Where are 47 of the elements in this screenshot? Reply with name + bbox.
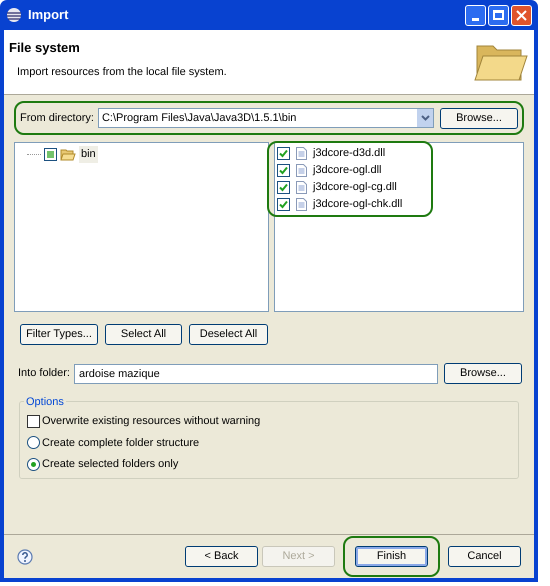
radio-button[interactable] — [27, 458, 40, 471]
browse-button[interactable]: Browse... — [440, 108, 518, 128]
checkbox[interactable] — [277, 147, 290, 160]
option-label: Create selected folders only — [42, 457, 178, 472]
close-button[interactable] — [511, 4, 532, 26]
maximize-button[interactable] — [488, 4, 509, 26]
field-label: From directory: — [20, 110, 94, 126]
dialog-button[interactable]: < Back — [185, 546, 258, 567]
checkbox[interactable] — [27, 414, 40, 428]
option-label: Create complete folder structure — [42, 436, 200, 450]
field-label: Into folder: — [18, 366, 70, 382]
dialog-button: Next > — [262, 546, 335, 567]
file-icon — [296, 147, 307, 160]
action-button[interactable]: Deselect All — [189, 324, 268, 345]
radio-button[interactable] — [27, 436, 40, 450]
dropdown-button[interactable] — [417, 109, 433, 127]
file-icon — [296, 198, 307, 211]
directory-combo[interactable]: C:\Program Files\Java\Java3D\1.5.1\bin — [98, 108, 434, 128]
close-icon — [516, 10, 527, 20]
minimize-button[interactable] — [465, 4, 486, 26]
page-description: Import resources from the local file system. — [16, 64, 227, 80]
folder-input-field[interactable]: ardoise mazique — [74, 364, 438, 384]
dialog-button[interactable]: Cancel — [448, 546, 521, 567]
tree-item[interactable]: bin — [79, 146, 98, 162]
file-item[interactable]: j3dcore-d3d.dll — [313, 145, 386, 162]
caret-icon — [420, 115, 430, 121]
action-button[interactable]: Filter Types... — [20, 324, 98, 345]
browse-button[interactable]: Browse... — [444, 363, 522, 384]
checkbox[interactable] — [277, 164, 290, 177]
action-button[interactable]: Select All — [105, 324, 182, 345]
file-icon — [296, 164, 307, 177]
folder-icon — [60, 148, 76, 161]
directory-path: C:\Program Files\Java\Java3D\1.5.1\bin — [100, 110, 298, 126]
checkbox[interactable] — [44, 148, 57, 161]
option-label: Overwrite existing resources without warning — [42, 414, 260, 429]
checkbox[interactable] — [277, 198, 290, 211]
file-icon — [296, 181, 307, 194]
page-title: File system — [9, 39, 80, 57]
file-item[interactable]: j3dcore-ogl-cg.dll — [313, 179, 397, 196]
file-item[interactable]: j3dcore-ogl-chk.dll — [313, 196, 402, 213]
window-title: Import — [28, 6, 70, 24]
globe-icon — [6, 7, 22, 23]
checkbox[interactable] — [277, 181, 290, 194]
help-icon[interactable] — [17, 548, 33, 564]
file-item[interactable]: j3dcore-ogl.dll — [313, 162, 382, 179]
group-title: Options — [24, 394, 66, 410]
dialog-button[interactable]: Finish — [355, 546, 428, 567]
